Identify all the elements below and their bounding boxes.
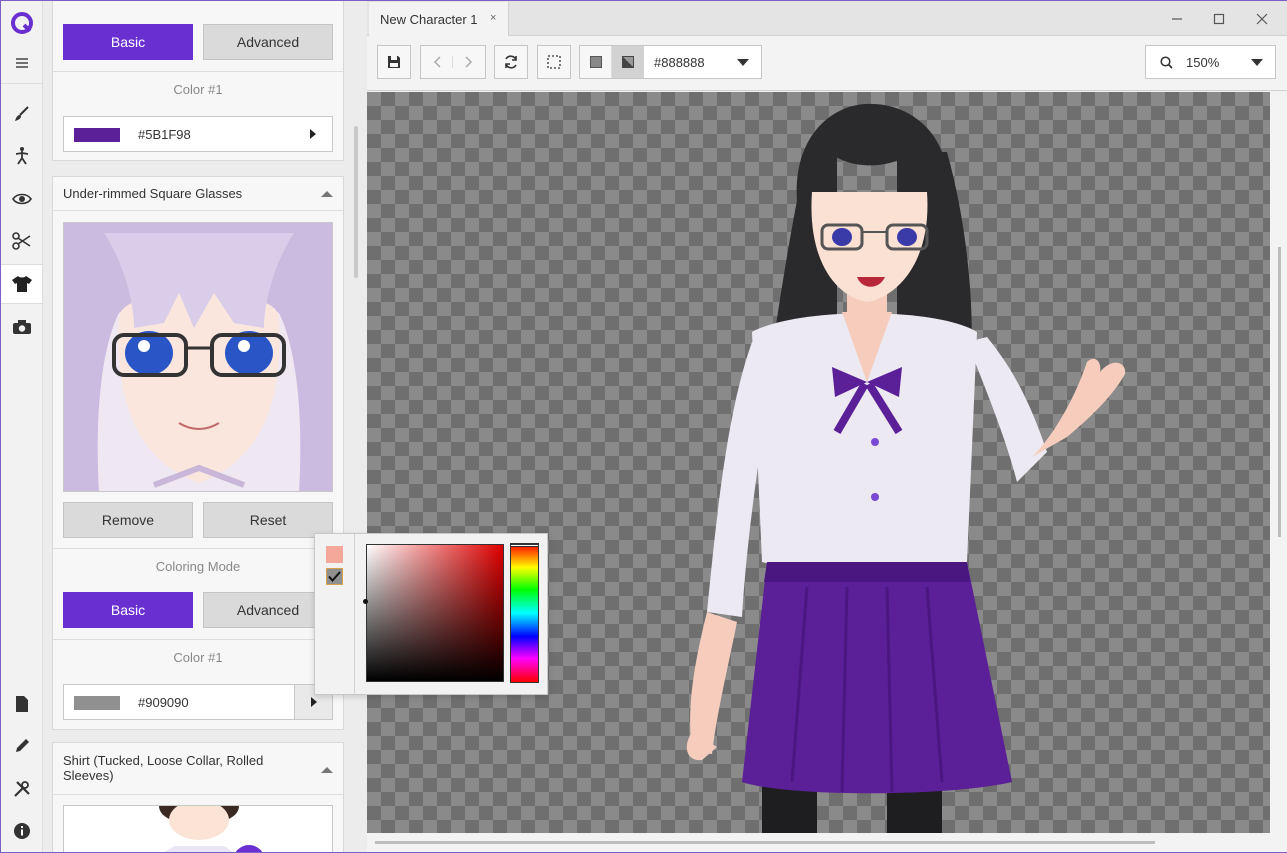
color-history [315,534,355,694]
shirt-header[interactable]: Shirt (Tucked, Loose Collar, Rolled Slee… [53,743,343,795]
hue-slider[interactable] [510,543,539,683]
redo-icon[interactable] [453,56,485,68]
search-icon [1160,55,1173,69]
eye-icon[interactable] [1,179,42,219]
glasses-color-field[interactable]: #909090 [63,684,333,720]
camera-icon[interactable] [1,307,42,347]
color-hex: #5B1F98 [138,127,191,142]
tab-label: New Character 1 [380,12,478,27]
saturation-value-area[interactable] [363,544,504,682]
save-icon [388,56,400,68]
toolbar: #888888 150% [367,36,1287,91]
recent-color-swatch[interactable] [326,546,343,563]
color-swatch [74,128,120,142]
expand-arrow-icon[interactable] [294,117,332,151]
chevron-down-icon[interactable] [1251,59,1263,66]
character-canvas[interactable] [367,92,1270,833]
color-picker-popup [314,533,548,695]
rail-divider [1,83,42,84]
main-area: New Character 1 × #888888 150% [367,1,1287,852]
color-field[interactable]: #5B1F98 [63,116,333,152]
canvas-vertical-scrollbar[interactable] [1270,92,1287,833]
document-icon[interactable] [1,684,42,724]
shirt-title: Shirt (Tucked, Loose Collar, Rolled Slee… [63,753,264,783]
glasses-preview-image [63,222,333,492]
checker-bg-icon[interactable] [612,46,644,78]
tab-close-icon[interactable]: × [490,12,496,24]
tab-bar: New Character 1 × [367,1,1287,36]
shirt-preview-image [63,805,333,852]
remove-button[interactable]: Remove [63,502,193,538]
undo-redo-group [420,45,486,79]
zoom-select[interactable]: 150% [1145,45,1276,79]
solid-bg-icon[interactable] [580,46,612,78]
properties-panel: Basic Advanced Color #1 #5B1F98 Under-ri… [43,1,367,852]
canvas-horizontal-scrollbar[interactable] [367,833,1287,852]
pencil-icon[interactable] [1,726,42,766]
background-color-select[interactable]: #888888 [579,45,762,79]
collapse-chevron-icon[interactable] [321,191,333,197]
divider [53,639,343,640]
pose-icon[interactable] [1,136,42,176]
glasses-header[interactable]: Under-rimmed Square Glasses [53,177,343,211]
scissors-icon[interactable] [1,221,42,261]
advanced-mode-button[interactable]: Advanced [203,24,333,60]
character-illustration [686,103,1126,833]
coloring-mode-label: Coloring Mode [155,559,241,574]
color-hex: #909090 [138,695,189,710]
menu-icon[interactable] [1,43,42,83]
undo-icon[interactable] [421,56,454,68]
panel-scrollbar[interactable] [354,126,358,278]
selection-button[interactable] [537,45,571,79]
divider [53,548,343,549]
hue-handle[interactable] [510,544,539,547]
basic-mode-button[interactable]: Basic [63,592,193,628]
selection-icon [547,55,561,69]
color-label: Color #1 [173,650,223,665]
maximize-icon[interactable] [1209,9,1229,29]
glasses-title: Under-rimmed Square Glasses [63,186,243,201]
basic-mode-button[interactable]: Basic [63,24,193,60]
divider [53,71,343,72]
refresh-button[interactable] [494,45,528,79]
current-color-swatch[interactable] [326,568,343,585]
color-swatch [74,696,120,710]
shirt-icon[interactable] [1,264,42,304]
sv-cursor[interactable] [363,599,368,604]
close-icon[interactable] [1252,9,1272,29]
sidebar-rail [1,1,43,852]
bg-hex-value: #888888 [654,54,705,70]
tools-icon[interactable] [1,769,42,809]
chevron-down-icon[interactable] [737,59,749,66]
color-section-top: Basic Advanced Color #1 #5B1F98 [52,1,344,161]
app-logo-icon [1,3,42,43]
info-icon[interactable] [1,811,42,851]
tab-new-character-1[interactable]: New Character 1 × [369,2,509,36]
glasses-section: Under-rimmed Square Glasses Remove Reset… [52,176,344,730]
brush-icon[interactable] [1,94,42,134]
refresh-icon [505,55,517,69]
save-button[interactable] [377,45,411,79]
check-icon [328,571,341,582]
shirt-section: Shirt (Tucked, Loose Collar, Rolled Slee… [52,742,344,852]
minimize-icon[interactable] [1167,9,1187,29]
zoom-value: 150% [1186,54,1220,70]
collapse-chevron-icon[interactable] [321,767,333,773]
color-label: Color #1 [173,82,223,97]
